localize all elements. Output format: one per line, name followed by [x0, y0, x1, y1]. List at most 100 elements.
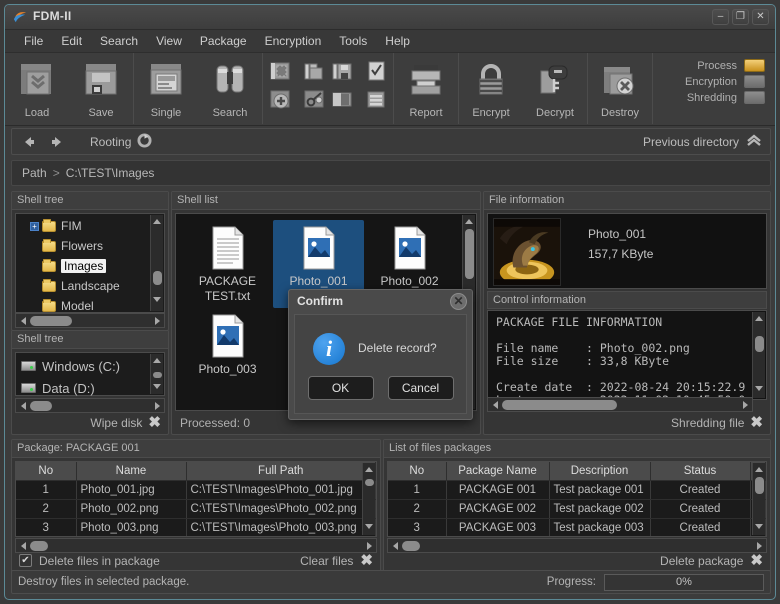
package-table-wrapper[interactable]: No Name Full Path 1 Photo_001.jpg C:\TES…	[15, 461, 377, 537]
package-tools-icon[interactable]	[301, 86, 327, 112]
scrollbar-thumb[interactable]	[152, 372, 162, 378]
scroll-up-arrow-icon[interactable]	[151, 354, 164, 366]
scroll-left-arrow-icon[interactable]	[16, 312, 30, 330]
delete-files-checkbox[interactable]: ✔	[19, 554, 32, 567]
x-icon[interactable]: ✖	[750, 553, 763, 568]
rooting-button[interactable]: Rooting	[90, 132, 152, 151]
menu-view[interactable]: View	[147, 31, 191, 51]
menu-help[interactable]: Help	[376, 31, 419, 51]
scrollbar-thumb[interactable]	[754, 477, 764, 494]
column-header-no[interactable]: No	[388, 462, 447, 481]
maximize-button[interactable]: ❐	[732, 9, 749, 25]
shell-tree-horizontal-scrollbar[interactable]	[15, 313, 165, 328]
menu-edit[interactable]: Edit	[52, 31, 91, 51]
open-package-icon[interactable]	[301, 58, 327, 84]
menu-package[interactable]: Package	[191, 31, 256, 51]
control-info-horizontal-scrollbar[interactable]	[487, 397, 753, 412]
checklist-icon[interactable]	[363, 58, 389, 84]
shell-tree-body[interactable]: + FIM Flowers Images Landscape Model	[15, 213, 165, 313]
scroll-up-arrow-icon[interactable]	[363, 463, 376, 475]
scroll-right-arrow-icon[interactable]	[150, 312, 164, 330]
tree-item-landscape[interactable]: Landscape	[16, 276, 164, 296]
toolbar-decrypt-button[interactable]: Decrypt	[524, 55, 586, 123]
scrollbar-thumb[interactable]	[30, 400, 52, 411]
close-button[interactable]: ✕	[752, 9, 769, 25]
column-header-package-name[interactable]: Package Name	[446, 462, 550, 481]
scroll-right-arrow-icon[interactable]	[738, 396, 752, 414]
control-information-body[interactable]: PACKAGE FILE INFORMATION File name : Pho…	[487, 310, 767, 400]
scroll-left-arrow-icon[interactable]	[16, 397, 30, 415]
add-package-icon[interactable]	[267, 86, 293, 112]
scroll-up-arrow-icon[interactable]	[463, 215, 476, 227]
file-item-package-test[interactable]: PACKAGE TEST.txt	[182, 220, 273, 308]
close-icon[interactable]: ✕	[450, 293, 467, 310]
cancel-button[interactable]: Cancel	[387, 376, 454, 400]
x-icon[interactable]: ✖	[750, 415, 763, 430]
file-item-photo-003[interactable]: Photo_003	[182, 308, 273, 396]
menu-encryption[interactable]: Encryption	[256, 31, 331, 51]
scroll-down-arrow-icon[interactable]	[753, 382, 766, 394]
scroll-up-arrow-icon[interactable]	[753, 463, 766, 475]
tree-item-fim[interactable]: + FIM	[16, 216, 164, 236]
scroll-right-arrow-icon[interactable]	[150, 397, 164, 415]
table-row[interactable]: 3 PACKAGE 003 Test package 003 Created	[388, 518, 766, 536]
control-info-vertical-scrollbar[interactable]	[752, 312, 765, 398]
minimize-button[interactable]: –	[712, 9, 729, 25]
scroll-up-arrow-icon[interactable]	[151, 215, 164, 227]
path-bar[interactable]: Path > C:\TEST\Images	[11, 160, 771, 186]
x-icon[interactable]: ✖	[360, 553, 373, 568]
scrollbar-thumb[interactable]	[502, 399, 617, 410]
menu-file[interactable]: File	[15, 31, 52, 51]
x-icon[interactable]: ✖	[148, 415, 161, 430]
column-header-description[interactable]: Description	[549, 462, 651, 481]
database-icon[interactable]	[363, 86, 389, 112]
arrow-right-icon[interactable]	[46, 131, 68, 153]
column-header-name[interactable]: Name	[76, 462, 187, 481]
packages-table-vertical-scrollbar[interactable]	[752, 463, 765, 535]
table-row[interactable]: 2 PACKAGE 002 Test package 002 Created	[388, 499, 766, 519]
scrollbar-thumb[interactable]	[30, 315, 72, 326]
delete-package-label[interactable]: Delete package	[660, 554, 743, 568]
table-row[interactable]: 1 PACKAGE 001 Test package 001 Created	[388, 480, 766, 500]
column-header-full-path[interactable]: Full Path	[186, 462, 376, 481]
plus-icon[interactable]: +	[30, 221, 39, 231]
scrollbar-thumb[interactable]	[402, 540, 420, 551]
ok-button[interactable]: OK	[307, 376, 374, 400]
table-row[interactable]: 3 Photo_003.png C:\TEST\Images\Photo_003…	[16, 518, 376, 536]
scrollbar-thumb[interactable]	[364, 479, 374, 486]
drives-vertical-scrollbar[interactable]	[150, 354, 163, 394]
toolbar-search-button[interactable]: Search	[199, 55, 261, 123]
scrollbar-thumb[interactable]	[30, 540, 48, 551]
scroll-down-arrow-icon[interactable]	[151, 293, 164, 305]
package-archive-icon[interactable]	[329, 86, 355, 112]
scrollbar-thumb[interactable]	[152, 271, 162, 285]
previous-directory-button[interactable]: Previous directory	[643, 133, 762, 151]
package-table-vertical-scrollbar[interactable]	[362, 463, 375, 535]
scrollbar-thumb[interactable]	[464, 229, 474, 279]
scroll-up-arrow-icon[interactable]	[753, 312, 766, 324]
toolbar-report-button[interactable]: Report	[395, 55, 457, 123]
drive-item-data[interactable]: Data (D:)	[16, 377, 164, 399]
tree-item-images[interactable]: Images	[16, 256, 164, 276]
scroll-down-arrow-icon[interactable]	[363, 520, 376, 532]
toolbar-single-button[interactable]: Single	[135, 55, 197, 123]
save-package-icon[interactable]	[329, 58, 355, 84]
column-header-no[interactable]: No	[16, 462, 77, 481]
tree-item-flowers[interactable]: Flowers	[16, 236, 164, 256]
drives-horizontal-scrollbar[interactable]	[15, 398, 165, 413]
scroll-down-arrow-icon[interactable]	[753, 520, 766, 532]
shell-tree-drives-body[interactable]: Windows (C:) Data (D:)	[15, 352, 165, 396]
scrollbar-thumb[interactable]	[754, 336, 764, 352]
drive-item-windows[interactable]: Windows (C:)	[16, 355, 164, 377]
tree-expander[interactable]: +	[20, 216, 42, 236]
toolbar-load-button[interactable]: Load	[6, 55, 68, 123]
arrow-left-icon[interactable]	[18, 131, 40, 153]
table-row[interactable]: 1 Photo_001.jpg C:\TEST\Images\Photo_001…	[16, 480, 376, 500]
toolbar-save-button[interactable]: Save	[70, 55, 132, 123]
scroll-down-arrow-icon[interactable]	[151, 380, 164, 392]
menu-search[interactable]: Search	[91, 31, 147, 51]
shell-tree-vertical-scrollbar[interactable]	[150, 215, 163, 311]
menu-tools[interactable]: Tools	[330, 31, 376, 51]
tree-item-model[interactable]: Model	[16, 296, 164, 312]
clear-files-label[interactable]: Clear files	[300, 554, 353, 568]
